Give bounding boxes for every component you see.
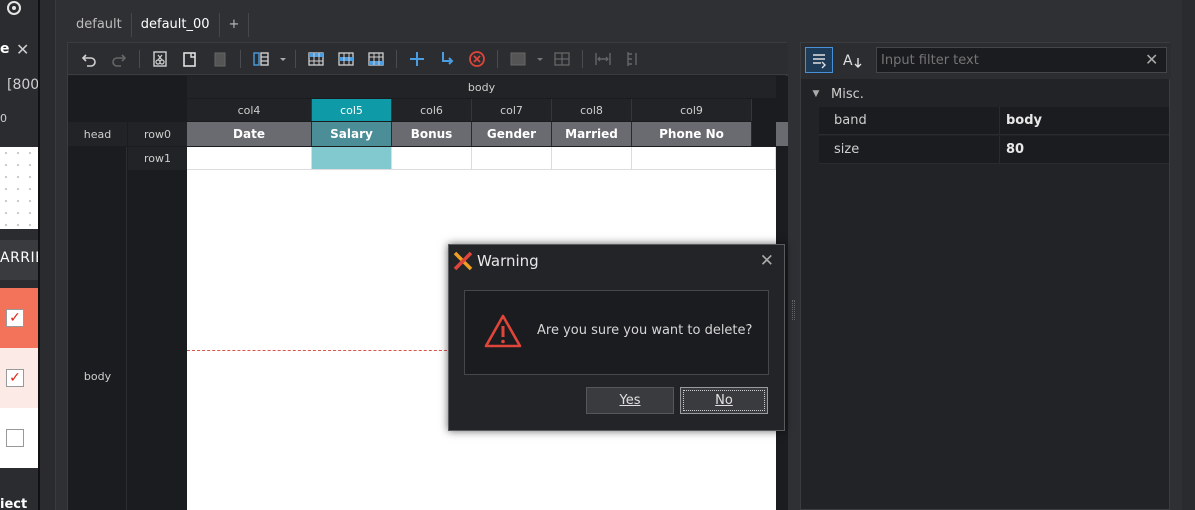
dialog-message-box: Are you sure you want to delete?: [464, 290, 769, 375]
cut-icon[interactable]: [147, 47, 173, 71]
head-cell[interactable]: Bonus: [392, 122, 472, 146]
toolbar-divider: [396, 49, 397, 68]
property-filter-input[interactable]: [876, 47, 1167, 73]
body-cell[interactable]: [632, 147, 776, 170]
app-root: e ✕ [800: 0 ARRIE ✓ ✓ iect default defau…: [0, 0, 1195, 510]
close-icon[interactable]: ✕: [760, 251, 774, 271]
add-icon[interactable]: [404, 47, 430, 71]
head-cell-selected[interactable]: Salary: [312, 122, 392, 146]
toolbar-divider: [582, 49, 583, 68]
app-logo-icon: [453, 251, 473, 271]
list-item[interactable]: [0, 408, 38, 468]
column-header-selected[interactable]: col5: [312, 99, 392, 121]
dialog-title-bar[interactable]: Warning: [449, 245, 784, 277]
size-readout: [800:: [7, 77, 40, 93]
band-header: body: [187, 76, 776, 98]
copy-icon[interactable]: [177, 47, 203, 71]
head-band-label: head: [68, 122, 127, 146]
body-cell[interactable]: [472, 147, 552, 170]
chevron-down-icon[interactable]: [535, 47, 545, 71]
property-key: size: [819, 136, 1000, 163]
delete-icon[interactable]: [464, 47, 490, 71]
column-header[interactable]: col4: [187, 99, 312, 121]
property-value[interactable]: body: [1000, 107, 1042, 134]
insert-child-icon[interactable]: [434, 47, 460, 71]
properties-panel: A ✕ ▼ Misc. band body size 80: [800, 42, 1171, 510]
paste-icon[interactable]: [207, 47, 233, 71]
svg-text:A: A: [843, 53, 853, 69]
row-label: row0: [128, 122, 187, 146]
row-label: row1: [128, 147, 187, 170]
column-header[interactable]: col9: [632, 99, 752, 121]
property-row-band[interactable]: band body: [819, 107, 1169, 135]
band-column: [68, 147, 127, 510]
property-group-misc[interactable]: ▼ Misc.: [801, 81, 1171, 107]
left-panel: e ✕ [800: 0 ARRIE ✓ ✓ iect: [0, 0, 40, 510]
ruler-label: 0: [0, 112, 7, 125]
property-row-size[interactable]: size 80: [819, 136, 1169, 164]
head-cell[interactable]: Phone No: [632, 122, 752, 146]
page-break-guide: [187, 350, 457, 351]
close-icon[interactable]: ✕: [1145, 50, 1158, 69]
head-cell-overflow: [776, 122, 788, 146]
split-cells-icon[interactable]: [549, 47, 575, 71]
tab-default-00[interactable]: default_00: [132, 13, 220, 37]
body-cell-selected[interactable]: [312, 147, 392, 170]
dialog-message: Are you sure you want to delete?: [537, 323, 753, 338]
property-value[interactable]: 80: [1000, 136, 1024, 163]
chevron-down-icon[interactable]: [278, 47, 288, 71]
properties-toolbar: A ✕: [801, 43, 1171, 79]
yes-button[interactable]: Yes: [586, 387, 674, 414]
toolbar-divider: [295, 49, 296, 68]
list-item[interactable]: ✓: [0, 288, 38, 348]
left-tab-label: e: [0, 41, 10, 57]
radio-button[interactable]: [7, 1, 21, 15]
warning-dialog: Warning ✕ Are you sure you want to delet…: [448, 244, 785, 431]
add-tab-button[interactable]: +: [220, 13, 250, 37]
row-column: [128, 170, 187, 510]
undo-icon[interactable]: [76, 47, 102, 71]
column-header[interactable]: col6: [392, 99, 472, 121]
body-cell[interactable]: [187, 147, 312, 170]
checkbox-checked[interactable]: ✓: [6, 369, 24, 387]
head-cell[interactable]: Gender: [472, 122, 552, 146]
tab-default[interactable]: default: [67, 13, 132, 37]
designer-toolbar: [68, 43, 788, 75]
body-cell[interactable]: [552, 147, 632, 170]
splitter-handle[interactable]: [792, 300, 795, 320]
head-cell[interactable]: Married: [552, 122, 632, 146]
checkbox-unchecked[interactable]: [6, 429, 24, 447]
close-icon[interactable]: ✕: [16, 40, 29, 59]
redo-icon[interactable]: [106, 47, 132, 71]
merge-cells-icon[interactable]: [505, 47, 531, 71]
column-header-label: ARRIE: [0, 240, 38, 280]
add-header-row-icon[interactable]: [303, 47, 329, 71]
body-band-label: body: [83, 369, 112, 383]
no-button[interactable]: No: [680, 387, 768, 414]
column-header[interactable]: col8: [552, 99, 632, 121]
toolbar-divider: [139, 49, 140, 68]
add-footer-row-icon[interactable]: [363, 47, 389, 71]
head-cell[interactable]: Date: [187, 122, 312, 146]
checkbox-checked[interactable]: ✓: [6, 309, 24, 327]
dialog-title: Warning: [477, 252, 539, 270]
document-tabs: default default_00 +: [67, 13, 250, 37]
chevron-down-icon[interactable]: ▼: [801, 89, 831, 99]
fit-height-icon[interactable]: [620, 47, 646, 71]
toolbar-divider: [497, 49, 498, 68]
column-layout-icon[interactable]: [248, 47, 274, 71]
list-item[interactable]: ✓: [0, 348, 38, 408]
toolbar-divider: [240, 49, 241, 68]
column-header[interactable]: col7: [472, 99, 552, 121]
categorized-view-icon[interactable]: [805, 47, 833, 73]
property-group-label: Misc.: [831, 86, 864, 102]
fit-width-icon[interactable]: [590, 47, 616, 71]
sort-alphabetical-icon[interactable]: A: [839, 47, 867, 73]
property-key: band: [819, 107, 1000, 134]
design-canvas-preview: [0, 147, 38, 229]
bottom-label: iect: [0, 497, 28, 510]
warning-icon: [484, 314, 522, 348]
add-body-row-icon[interactable]: [333, 47, 359, 71]
body-cell[interactable]: [392, 147, 472, 170]
